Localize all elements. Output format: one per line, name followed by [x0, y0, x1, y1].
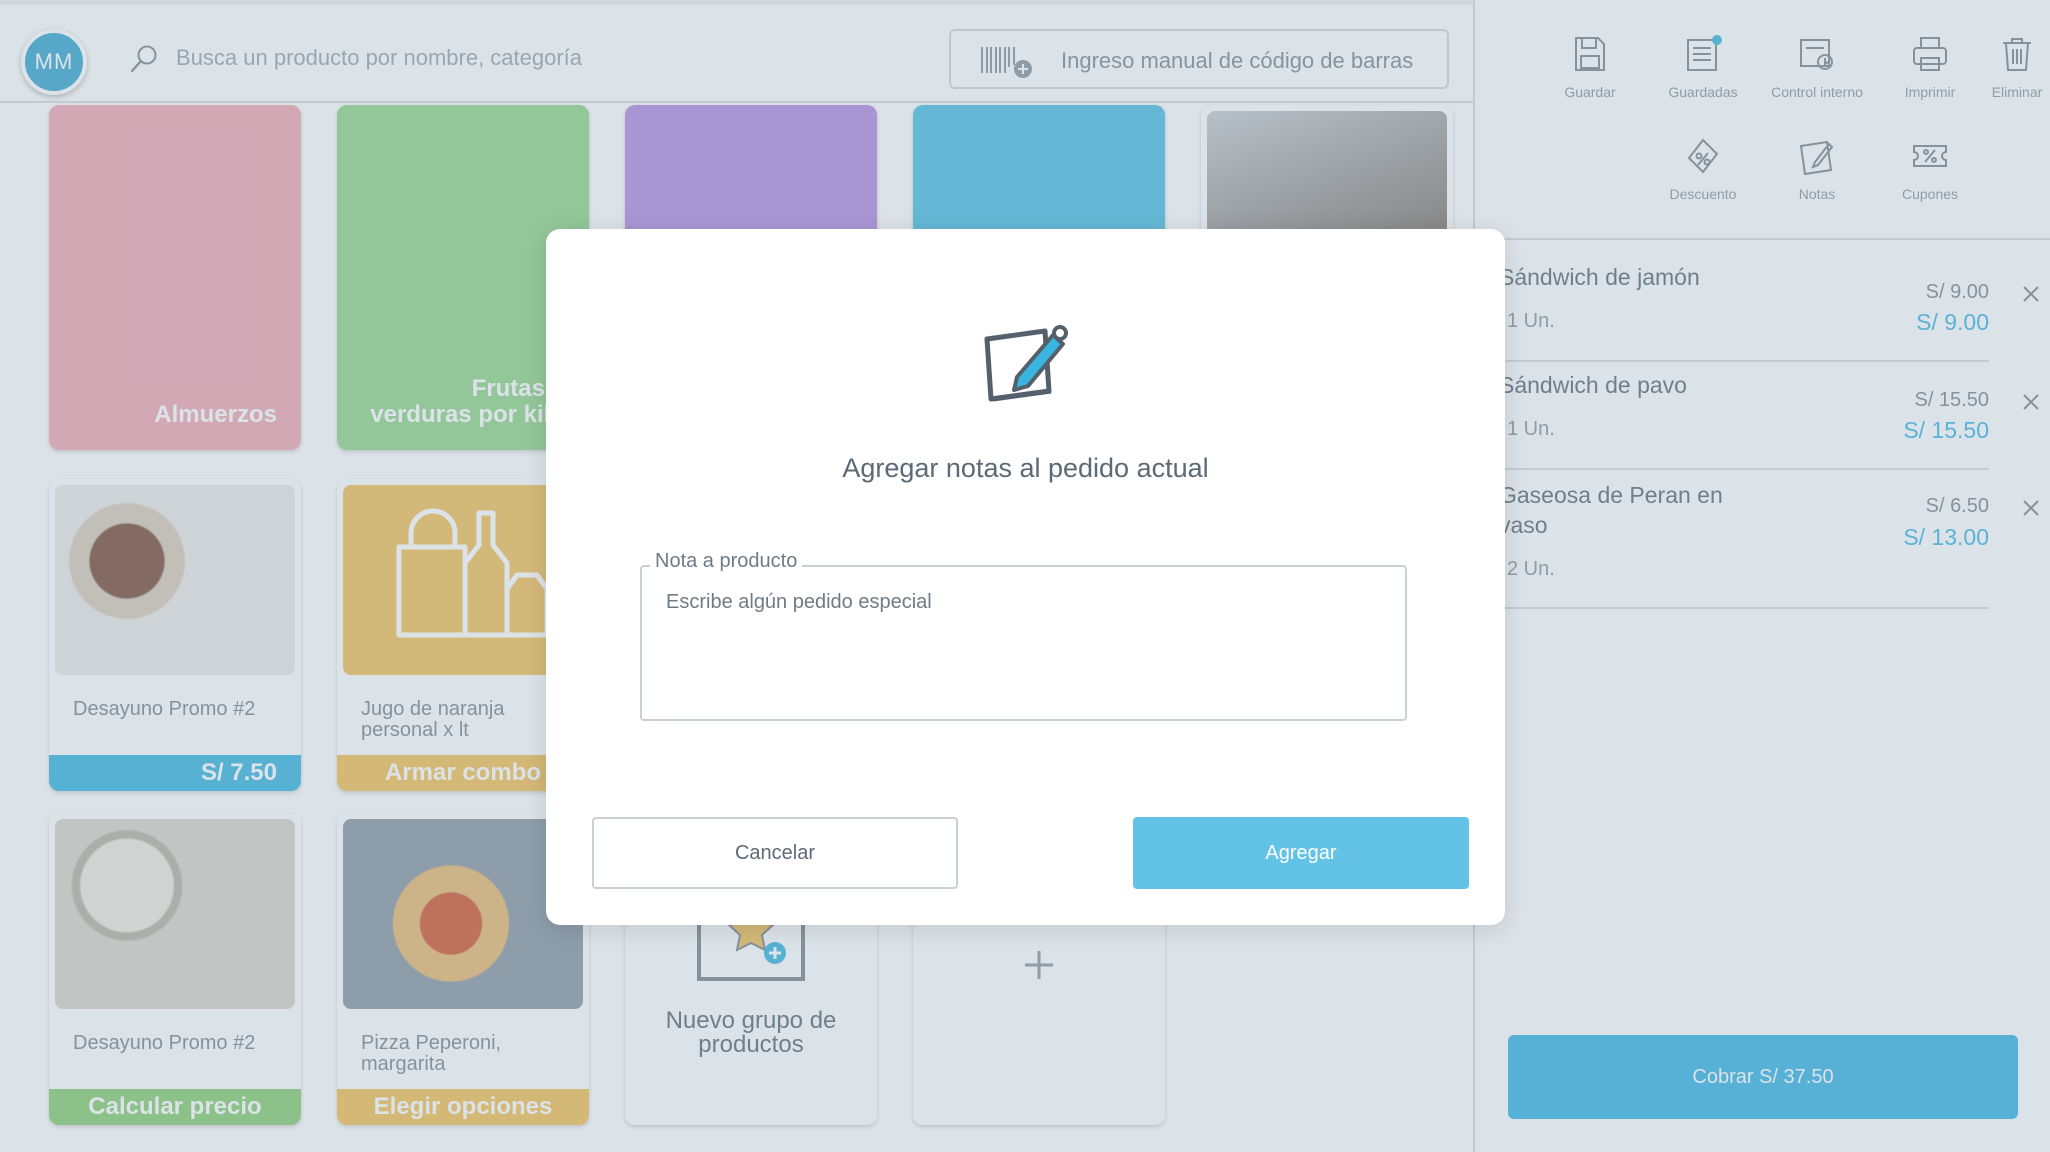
- add-button[interactable]: Agregar: [1133, 817, 1469, 889]
- notes-modal: Agregar notas al pedido actual Nota a pr…: [546, 229, 1505, 925]
- note-input[interactable]: Escribe algún pedido especial: [666, 591, 932, 614]
- modal-title: Agregar notas al pedido actual: [842, 453, 1209, 483]
- note-field-label: Nota a producto: [650, 550, 803, 573]
- note-field[interactable]: Nota a producto Escribe algún pedido esp…: [640, 550, 1407, 721]
- notes-icon: [984, 325, 1068, 402]
- cancel-button[interactable]: Cancelar: [592, 817, 958, 889]
